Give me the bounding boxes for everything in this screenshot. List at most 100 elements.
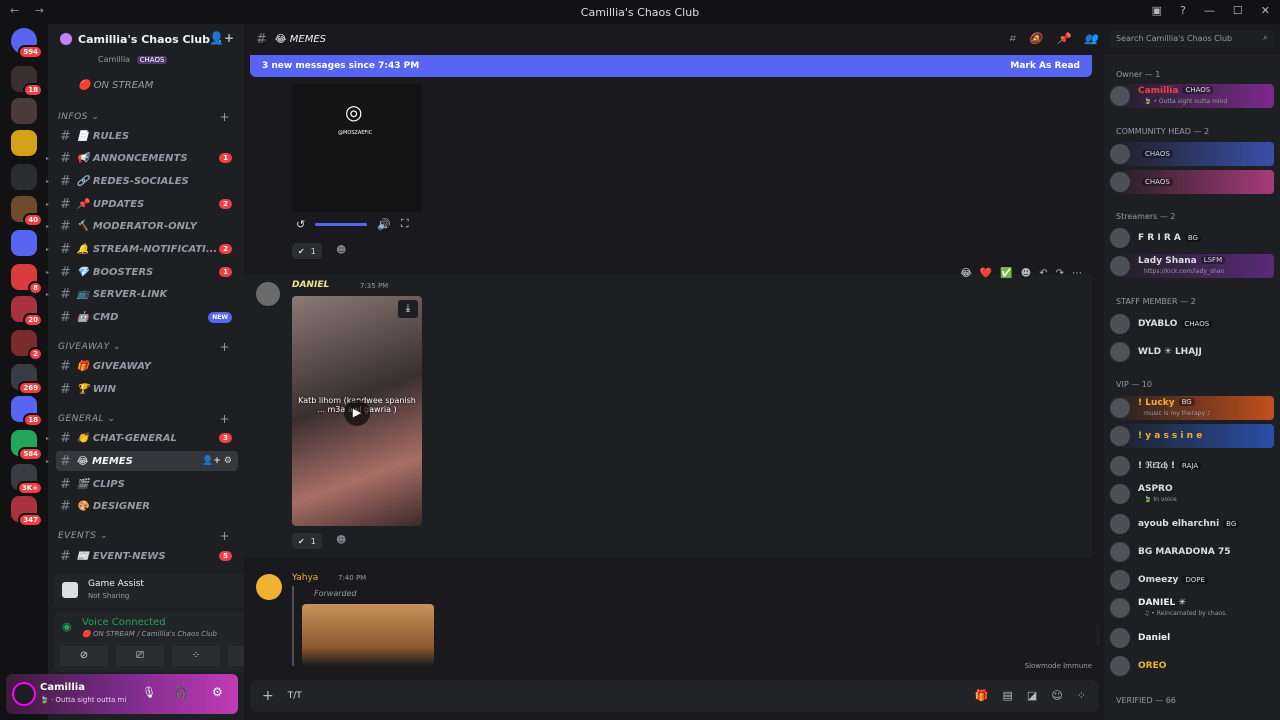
member-item[interactable]: CHAOS <box>1110 170 1274 194</box>
collapse-arrow-icon[interactable]: ▸ <box>46 201 49 208</box>
channel-item[interactable]: # 📌 UPDATES 2 ▸ <box>46 194 238 214</box>
member-item[interactable]: F R I R A BG <box>1110 226 1274 250</box>
collapse-arrow-icon[interactable]: ▸ <box>46 178 49 185</box>
member-item[interactable]: ASPRO 🍃 In voice <box>1110 482 1274 506</box>
collapse-arrow-icon[interactable]: ▸ <box>46 269 49 276</box>
category-giveaway[interactable]: GIVEAWAY ⌄ + <box>58 340 234 354</box>
minimize-button[interactable]: — <box>1204 4 1215 17</box>
server-icon[interactable]: 20 <box>11 296 43 327</box>
collapse-arrow-icon[interactable]: ▸ <box>46 435 49 442</box>
message-author[interactable]: Yahya <box>292 573 318 583</box>
member-item[interactable]: DYABLO CHAOS <box>1110 312 1274 336</box>
member-item[interactable]: OREO <box>1110 654 1274 678</box>
server-icon[interactable]: 347 <box>11 496 43 527</box>
add-channel-icon[interactable]: + <box>219 110 230 124</box>
member-item[interactable]: ayoub elharchni BG <box>1110 512 1274 536</box>
more-icon[interactable]: ⋯ <box>1072 268 1082 279</box>
forward-icon[interactable]: ↷ <box>1056 268 1064 279</box>
download-icon[interactable]: ⤓ <box>398 300 418 318</box>
channel-item[interactable]: # 📰 EVENT-NEWS 5 <box>56 546 238 566</box>
channel-item[interactable]: # 📢 ANNONCEMENTS 1 ▸ <box>46 148 238 168</box>
server-icon[interactable]: 8 <box>11 264 43 295</box>
apps-icon[interactable]: ⁘ <box>1077 689 1086 702</box>
add-reaction-icon[interactable]: ☻ <box>336 535 346 546</box>
collapse-arrow-icon[interactable]: ▸ <box>46 458 49 465</box>
camera-button[interactable]: ⊘ <box>60 646 108 666</box>
collapse-arrow-icon[interactable]: ▸ <box>46 246 49 253</box>
scrollbar[interactable] <box>1096 624 1100 646</box>
server-icon[interactable]: 2 <box>11 330 43 361</box>
add-channel-icon[interactable]: + <box>219 340 230 354</box>
member-item[interactable]: BG MARADONA 75 <box>1110 540 1274 564</box>
member-item[interactable]: Daniel <box>1110 626 1274 650</box>
channel-item[interactable]: # 🔨 MODERATOR-ONLY ▸ <box>46 216 238 236</box>
channel-actions[interactable]: 👤+ ⚙ <box>202 456 232 466</box>
mark-as-read-button[interactable]: Mark As Read <box>1010 61 1080 71</box>
fullscreen-icon[interactable]: ⛶ <box>401 217 409 231</box>
notification-mute-icon[interactable]: 🔕 <box>1029 32 1043 46</box>
pin-icon[interactable]: 📌 <box>1057 32 1071 46</box>
message-composer[interactable]: + T/T 🎁 ▤ ◪ ☺ ⁘ <box>250 680 1098 712</box>
voice-connected-sub[interactable]: 🔴 ON STREAM / Camillia's Chaos Club <box>82 630 217 638</box>
add-channel-icon[interactable]: + <box>219 412 230 426</box>
member-item[interactable]: Lady Shana LSFM https://kick.com/lady_shan <box>1110 254 1274 278</box>
user-panel[interactable]: Camillia 🍃 · Outta sight outta mi 🎙 🎧 ⚙ <box>6 674 238 714</box>
composer-text[interactable]: T/T <box>288 691 302 701</box>
add-reaction-icon[interactable]: ☻ <box>336 245 346 256</box>
member-item[interactable]: ! Lucky BG music is my therapy ♪ <box>1110 396 1274 420</box>
collapse-arrow-icon[interactable]: ▸ <box>46 291 49 298</box>
search-input[interactable]: Search Camillia's Chaos Club ⌕ <box>1110 30 1274 48</box>
server-icon[interactable]: 3K+ <box>11 464 43 495</box>
on-stream-channel[interactable]: 🔴 ON STREAM <box>78 80 153 91</box>
member-item[interactable]: DANIEL ✳ ♫ • Reincarnated by chaos. <box>1110 596 1274 620</box>
channel-item[interactable]: # 💎 BOOSTERS 1 ▸ <box>46 262 238 282</box>
video-embed-1[interactable]: ◎ @MOSZAEFIC <box>292 84 422 212</box>
server-icon[interactable]: 594 <box>11 28 43 59</box>
reaction-check-2[interactable]: ✔ 1 <box>292 533 322 549</box>
member-item[interactable]: Camillia CHAOS 🍃 • Outta sight outta mind <box>1110 84 1274 108</box>
reaction-check-icon[interactable]: ✅ <box>1000 268 1012 279</box>
reaction-laugh-icon[interactable]: 😂 <box>960 268 972 279</box>
server-icon[interactable]: 40 <box>11 196 43 227</box>
category-infos[interactable]: INFOS ⌄ + <box>58 110 234 124</box>
threads-icon[interactable]: ⌗ <box>1009 32 1015 46</box>
sticker-icon[interactable]: ◪ <box>1027 689 1037 702</box>
channel-item[interactable]: # 👏 CHAT-GENERAL 3 ▸ <box>46 428 238 448</box>
collapse-arrow-icon[interactable]: ▸ <box>46 223 49 230</box>
reaction-heart-icon[interactable]: ❤️ <box>980 268 992 279</box>
message-author[interactable]: DANIEL <box>292 280 329 290</box>
replay-icon[interactable]: ↺ <box>296 218 305 231</box>
activities-button[interactable]: ⁘ <box>172 646 220 666</box>
avatar[interactable] <box>256 574 282 600</box>
server-icon[interactable]: 18 <box>11 396 43 427</box>
channel-item[interactable]: # 🤖 CMD NEW <box>56 307 238 327</box>
channel-item[interactable]: # 🏆 WIN <box>56 379 238 399</box>
server-icon[interactable] <box>11 98 37 124</box>
channel-item[interactable]: # 🔗 REDES-SOCIALES ▸ <box>46 171 238 191</box>
reply-icon[interactable]: ↶ <box>1039 268 1047 279</box>
server-icon[interactable] <box>11 164 37 190</box>
member-item[interactable]: Omeezy DOPE <box>1110 568 1274 592</box>
avatar[interactable] <box>256 282 280 306</box>
emoji-icon[interactable]: ☺ <box>1051 689 1062 702</box>
settings-gear-icon[interactable]: ⚙ <box>212 685 223 699</box>
maximize-button[interactable]: ☐ <box>1233 4 1243 17</box>
add-reaction-icon[interactable]: ☻ <box>1021 268 1031 279</box>
new-messages-banner[interactable]: 3 new messages since 7:43 PM Mark As Rea… <box>250 55 1092 77</box>
member-item[interactable]: ! y a s s i n e <box>1110 424 1274 448</box>
volume-slider[interactable] <box>315 222 368 226</box>
play-icon[interactable]: ▶ <box>344 400 370 426</box>
screen-share-button[interactable]: ⎚ <box>116 646 164 666</box>
collapse-arrow-icon[interactable]: ▸ <box>46 155 49 162</box>
gif-icon[interactable]: ▤ <box>1003 689 1013 702</box>
member-item[interactable]: ! ℜ𝔦𝔗𝔠𝔥 ! RAJA <box>1110 454 1274 478</box>
channel-item[interactable]: # 📄 RULES <box>56 126 238 146</box>
member-list-icon[interactable]: 👥 <box>1084 32 1098 46</box>
channel-item[interactable]: # 📺 SERVER-LINK ▸ <box>46 284 238 304</box>
guild-header[interactable]: Camillia's Chaos Club ⌄ 👤+ <box>48 24 244 54</box>
help-icon[interactable]: ? <box>1180 4 1186 17</box>
add-channel-icon[interactable]: + <box>219 529 230 543</box>
server-icon[interactable] <box>11 230 37 256</box>
server-icon[interactable]: 18 <box>11 66 43 97</box>
inbox-icon[interactable]: ▣ <box>1152 4 1162 17</box>
